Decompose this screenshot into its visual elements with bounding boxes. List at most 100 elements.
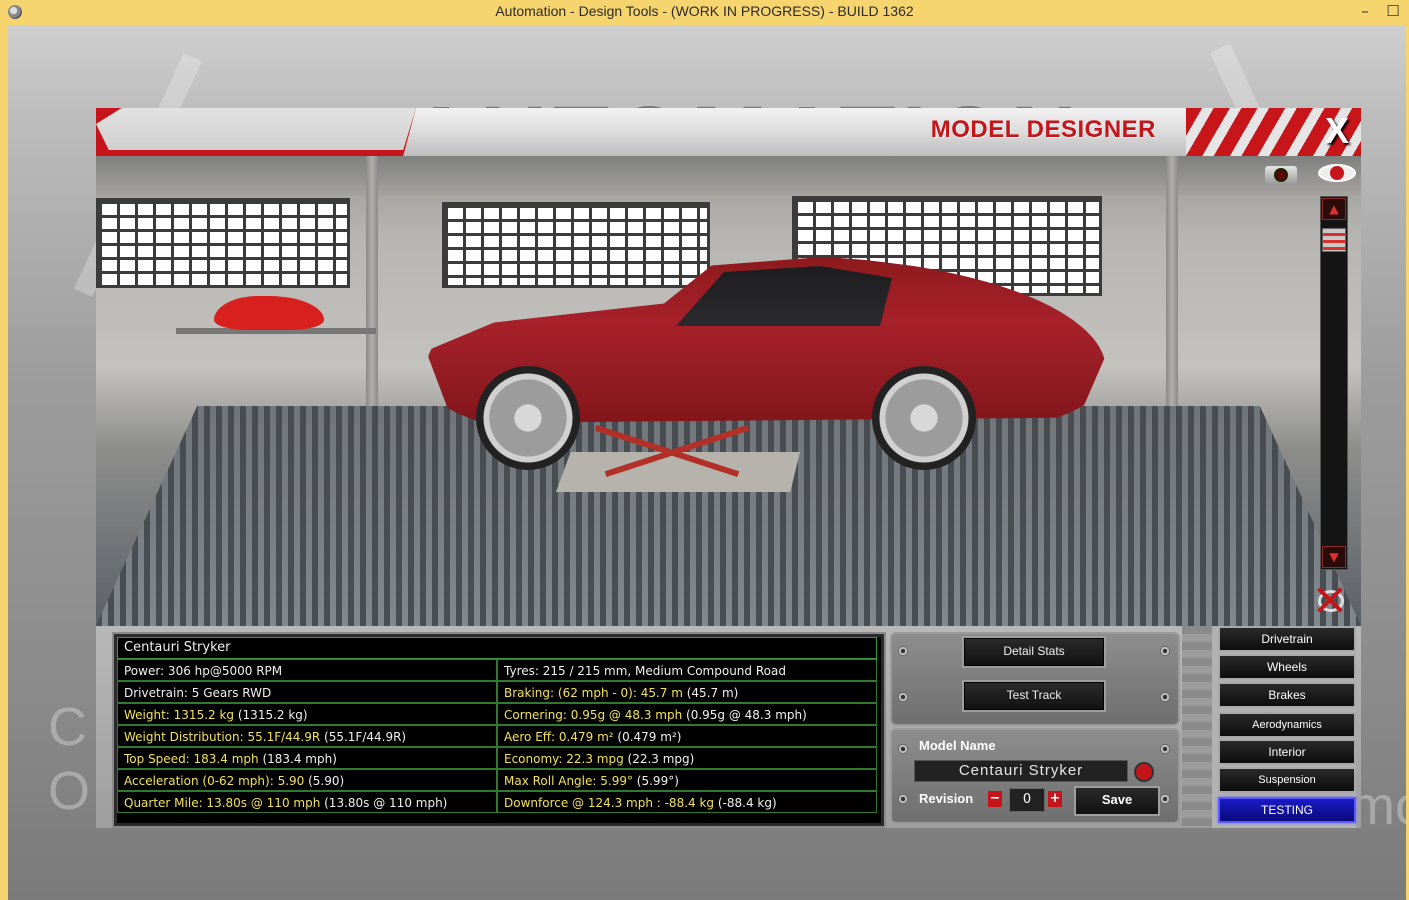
rivet xyxy=(898,794,908,804)
stat-economy-base: (22.3 mpg) xyxy=(623,752,695,766)
zoom-down-icon[interactable]: ▼ xyxy=(1322,546,1346,568)
revision-label: Revision xyxy=(919,791,974,806)
revision-decrement-button[interactable]: − xyxy=(988,791,1002,807)
stats-row: Weight: 1315.2 kg (1315.2 kg) Cornering:… xyxy=(117,703,877,725)
stat-aero-eff: Aero Eff: 0.479 m² (0.479 m²) xyxy=(497,725,877,747)
stats-row: Quarter Mile: 13.80s @ 110 mph (13.80s @… xyxy=(117,791,877,813)
stat-max-roll-angle-base: (5.99°) xyxy=(632,774,679,788)
test-track-button[interactable]: Test Track xyxy=(962,680,1106,712)
stats-row: Acceleration (0-62 mph): 5.90 (5.90) Max… xyxy=(117,769,877,791)
header-red-accent xyxy=(96,108,416,156)
stat-top-speed-base: (183.4 mph) xyxy=(258,752,337,766)
stat-quarter-mile-base: (13.80s @ 110 mph) xyxy=(320,796,448,810)
stat-economy-value: Economy: 22.3 mpg xyxy=(504,752,624,766)
stat-quarter-mile-value: Quarter Mile: 13.80s @ 110 mph xyxy=(124,796,321,810)
garage-pillar xyxy=(366,156,378,446)
tab-interior[interactable]: Interior xyxy=(1218,739,1356,765)
revision-increment-button[interactable]: + xyxy=(1048,791,1062,807)
stat-max-roll-angle: Max Roll Angle: 5.99° (5.99°) xyxy=(497,769,877,791)
3d-viewport[interactable]: ▲ ▼ xyxy=(96,156,1361,626)
garage-window xyxy=(442,202,710,288)
car-front-wheel xyxy=(476,366,580,470)
rivet xyxy=(898,646,908,656)
stat-weight-distribution-value: Weight Distribution: 55.1F/44.9R xyxy=(124,730,321,744)
detail-stats-button[interactable]: Detail Stats xyxy=(962,636,1106,668)
stats-row: Top Speed: 183.4 mph (183.4 mph) Economy… xyxy=(117,747,877,769)
garage-floor-shade xyxy=(96,406,1361,626)
stat-power: Power: 306 hp@5000 RPM xyxy=(117,659,497,681)
rivet xyxy=(1160,794,1170,804)
stat-weight-base: (1315.2 kg) xyxy=(234,708,308,722)
rivet xyxy=(898,692,908,702)
stats-panel: Centauri Stryker Power: 306 hp@5000 RPM … xyxy=(114,634,884,826)
stat-acceleration: Acceleration (0-62 mph): 5.90 (5.90) xyxy=(117,769,497,791)
stats-model-name: Centauri Stryker xyxy=(117,637,877,659)
model-name-label: Model Name xyxy=(919,738,996,753)
stat-weight-distribution-base: (55.1F/44.9R) xyxy=(320,730,407,744)
stat-tyres: Tyres: 215 / 215 mm, Medium Compound Roa… xyxy=(497,659,877,681)
minimize-button[interactable]: – xyxy=(1352,0,1378,25)
randomize-name-icon[interactable] xyxy=(1134,762,1154,782)
tab-drivetrain[interactable]: Drivetrain xyxy=(1218,626,1356,652)
reset-view-icon[interactable] xyxy=(1312,584,1348,616)
stat-economy: Economy: 22.3 mpg (22.3 mpg) xyxy=(497,747,877,769)
stat-aero-eff-base: (0.479 m²) xyxy=(613,730,682,744)
stat-aero-eff-value: Aero Eff: 0.479 m² xyxy=(504,730,614,744)
rivet xyxy=(1160,646,1170,656)
tab-testing[interactable]: TESTING xyxy=(1218,797,1356,823)
stats-row: Weight Distribution: 55.1F/44.9R (55.1F/… xyxy=(117,725,877,747)
tab-brakes[interactable]: Brakes xyxy=(1218,682,1356,708)
stat-acceleration-base: (5.90) xyxy=(304,774,345,788)
stat-top-speed-value: Top Speed: 183.4 mph xyxy=(124,752,259,766)
model-designer-dialog: MODEL DESIGNER X ▲ ▼ Centauri Stryker Po… xyxy=(96,108,1361,828)
stat-braking-value: Braking: (62 mph - 0): 45.7 m xyxy=(504,686,683,700)
stat-downforce-value: Downforce @ 124.3 mph : -88.4 kg xyxy=(504,796,715,810)
window-title: Automation - Design Tools - (WORK IN PRO… xyxy=(495,3,914,19)
stat-cornering-base: (0.95g @ 48.3 mph) xyxy=(682,708,807,722)
eye-icon[interactable] xyxy=(1316,158,1360,186)
stat-weight-distribution: Weight Distribution: 55.1F/44.9R (55.1F/… xyxy=(117,725,497,747)
stats-row: Power: 306 hp@5000 RPM Tyres: 215 / 215 … xyxy=(117,659,877,681)
zoom-up-icon[interactable]: ▲ xyxy=(1322,198,1346,220)
garage-pillar xyxy=(1166,156,1178,446)
tab-suspension[interactable]: Suspension xyxy=(1218,767,1356,793)
stat-cornering-value: Cornering: 0.95g @ 48.3 mph xyxy=(504,708,683,722)
stat-braking-base: (45.7 m) xyxy=(682,686,739,700)
zoom-slider-track[interactable] xyxy=(1320,196,1348,570)
stat-quarter-mile: Quarter Mile: 13.80s @ 110 mph (13.80s @… xyxy=(117,791,497,813)
dialog-header: MODEL DESIGNER X xyxy=(96,108,1361,156)
stat-drivetrain: Drivetrain: 5 Gears RWD xyxy=(117,681,497,703)
stat-downforce: Downforce @ 124.3 mph : -88.4 kg (-88.4 … xyxy=(497,791,877,813)
rivet xyxy=(1160,744,1170,754)
close-button[interactable]: X xyxy=(1322,111,1352,151)
panel-divider xyxy=(1182,626,1212,828)
garage-window xyxy=(96,198,350,288)
dialog-title: MODEL DESIGNER xyxy=(930,116,1156,143)
stats-row: Drivetrain: 5 Gears RWD Braking: (62 mph… xyxy=(117,681,877,703)
stat-weight: Weight: 1315.2 kg (1315.2 kg) xyxy=(117,703,497,725)
stat-top-speed: Top Speed: 183.4 mph (183.4 mph) xyxy=(117,747,497,769)
model-car-on-bench xyxy=(214,296,324,330)
tab-wheels[interactable]: Wheels xyxy=(1218,654,1356,680)
stat-downforce-base: (-88.4 kg) xyxy=(714,796,777,810)
car-rear-wheel xyxy=(872,366,976,470)
stat-max-roll-angle-value: Max Roll Angle: 5.99° xyxy=(504,774,633,788)
eye-pupil xyxy=(1330,166,1344,180)
stat-weight-value: Weight: 1315.2 kg xyxy=(124,708,235,722)
save-button[interactable]: Save xyxy=(1074,786,1160,816)
rivet xyxy=(1160,692,1170,702)
tab-aerodynamics[interactable]: Aerodynamics xyxy=(1218,712,1356,738)
maximize-button[interactable]: ☐ xyxy=(1380,0,1406,25)
stat-acceleration-value: Acceleration (0-62 mph): 5.90 xyxy=(124,774,305,788)
stat-braking: Braking: (62 mph - 0): 45.7 m (45.7 m) xyxy=(497,681,877,703)
model-name-input[interactable] xyxy=(914,760,1128,782)
zoom-slider-thumb[interactable] xyxy=(1322,228,1346,252)
window-titlebar: Automation - Design Tools - (WORK IN PRO… xyxy=(0,0,1409,25)
backdrop-left-letters: C O xyxy=(48,697,91,821)
window-frame-left xyxy=(0,25,8,900)
stat-cornering: Cornering: 0.95g @ 48.3 mph (0.95g @ 48.… xyxy=(497,703,877,725)
camera-icon[interactable] xyxy=(1261,160,1301,186)
rivet xyxy=(898,744,908,754)
camera-lens xyxy=(1274,168,1288,182)
revision-value: 0 xyxy=(1009,788,1045,812)
